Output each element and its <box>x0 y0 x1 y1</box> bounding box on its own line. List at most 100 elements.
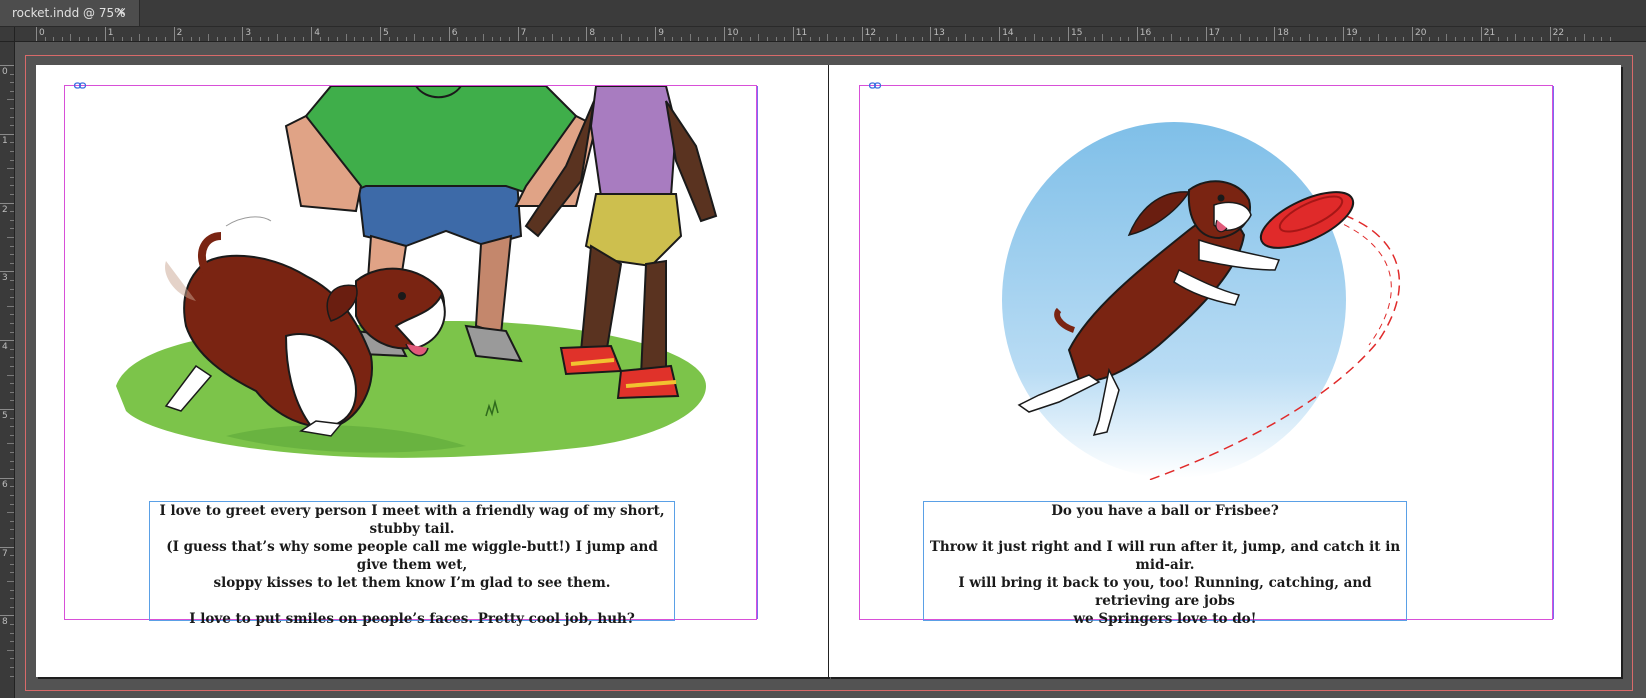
ruler-minor-tick <box>904 37 906 41</box>
ruler-minor-tick <box>7 649 14 651</box>
ruler-minor-tick <box>10 495 14 496</box>
ruler-minor-tick <box>1592 37 1594 41</box>
ruler-tick <box>0 340 14 342</box>
ruler-minor-tick <box>113 37 115 41</box>
dog-greeting-illustration[interactable] <box>106 86 746 471</box>
ruler-minor-tick <box>560 37 562 41</box>
ruler-minor-tick <box>534 37 536 41</box>
link-icon[interactable] <box>869 82 881 89</box>
ruler-label: 17 <box>1208 28 1221 38</box>
ruler-minor-tick <box>10 254 14 256</box>
ruler-tick <box>448 27 450 41</box>
ruler-minor-tick <box>715 37 717 41</box>
ruler-minor-tick <box>1197 37 1198 41</box>
ruler-minor-tick <box>259 37 261 41</box>
dog-frisbee-illustration[interactable] <box>999 120 1439 480</box>
ruler-minor-tick <box>1455 37 1456 41</box>
ruler-minor-tick <box>10 383 14 385</box>
right-page[interactable]: Do you have a ball or Frisbee? Throw it … <box>829 65 1621 677</box>
ruler-minor-tick <box>10 426 14 428</box>
ruler-minor-tick <box>10 675 14 677</box>
ruler-minor-tick <box>10 563 14 565</box>
ruler-label: 18 <box>1277 28 1289 38</box>
ruler-label: 2 <box>2 204 8 215</box>
ruler-minor-tick <box>1308 34 1310 41</box>
ruler-minor-tick <box>10 366 14 367</box>
ruler-minor-tick <box>10 391 14 393</box>
ruler-tick <box>930 27 932 41</box>
close-tab-icon[interactable]: × <box>116 0 127 26</box>
ruler-label: 14 <box>1002 28 1014 38</box>
ruler-minor-tick <box>1188 37 1190 41</box>
ruler-minor-tick <box>431 37 433 41</box>
link-icon[interactable] <box>74 82 86 89</box>
ruler-tick <box>1068 27 1069 41</box>
ruler-minor-tick <box>749 37 751 41</box>
ruler-minor-tick <box>1291 37 1293 41</box>
ruler-minor-tick <box>956 37 958 41</box>
ruler-minor-tick <box>681 37 682 41</box>
ruler-tick <box>517 27 519 41</box>
ruler-minor-tick <box>7 168 14 170</box>
left-page-text-frame[interactable]: I love to greet every person I meet with… <box>149 501 675 627</box>
ruler-minor-tick <box>337 37 338 41</box>
ruler-minor-tick <box>10 297 14 299</box>
ruler-minor-tick <box>405 37 407 41</box>
left-page[interactable]: I love to greet every person I meet with… <box>36 65 828 677</box>
ruler-minor-tick <box>130 37 132 41</box>
document-tab[interactable]: rocket.indd @ 75% × <box>0 0 140 26</box>
ruler-minor-tick <box>1042 37 1044 41</box>
ruler-minor-tick <box>853 37 854 41</box>
ruler-minor-tick <box>7 581 14 582</box>
ruler-minor-tick <box>10 632 14 634</box>
ruler-tick <box>1343 27 1345 41</box>
ruler-tick <box>104 27 106 41</box>
ruler-minor-tick <box>1463 37 1465 41</box>
ruler-minor-tick <box>818 37 820 41</box>
ruler-minor-tick <box>646 37 648 41</box>
ruler-minor-tick <box>1506 37 1508 41</box>
ruler-minor-tick <box>233 37 235 41</box>
ruler-label: 3 <box>2 273 8 284</box>
ruler-minor-tick <box>1085 37 1087 41</box>
ruler-minor-tick <box>1446 34 1448 41</box>
right-page-text-frame[interactable]: Do you have a ball or Frisbee? Throw it … <box>923 501 1407 627</box>
ruler-label: 3 <box>245 28 252 38</box>
ruler-minor-tick <box>1154 37 1155 41</box>
ruler-minor-tick <box>577 37 579 41</box>
ruler-minor-tick <box>1016 37 1018 41</box>
ruler-minor-tick <box>10 280 14 281</box>
ruler-minor-tick <box>1609 37 1611 41</box>
ruler-minor-tick <box>775 37 777 41</box>
ruler-minor-tick <box>10 520 14 522</box>
ruler-minor-tick <box>1248 37 1250 41</box>
ruler-minor-tick <box>10 151 14 152</box>
ruler-origin[interactable] <box>0 27 15 42</box>
ruler-label: 9 <box>658 28 664 38</box>
ruler-minor-tick <box>913 37 915 41</box>
ruler-minor-tick <box>1300 37 1302 41</box>
ruler-minor-tick <box>491 37 493 41</box>
ruler-minor-tick <box>1059 37 1061 41</box>
ruler-label: 1 <box>2 135 8 146</box>
ruler-minor-tick <box>70 34 72 41</box>
ruler-tick <box>1136 27 1138 41</box>
ruler-tick <box>0 133 14 135</box>
ruler-minor-tick <box>7 99 14 101</box>
document-tab-bar: rocket.indd @ 75% × <box>0 0 1646 27</box>
ruler-minor-tick <box>208 34 209 41</box>
ruler-minor-tick <box>7 512 14 514</box>
vertical-ruler[interactable]: 0 1 2 3 4 5 6 7 8 <box>0 42 15 698</box>
ruler-minor-tick <box>706 37 708 41</box>
horizontal-ruler[interactable]: 0 1 2 3 4 5 6 7 8 9 10 11 12 13 14 15 16 17 18 19 20 21 22 <box>15 27 1646 42</box>
ruler-minor-tick <box>1498 37 1499 41</box>
ruler-minor-tick <box>147 37 149 41</box>
ruler-minor-tick <box>10 555 14 557</box>
ruler-minor-tick <box>1093 37 1095 41</box>
ruler-minor-tick <box>1050 37 1052 41</box>
ruler-minor-tick <box>1377 34 1379 41</box>
ruler-minor-tick <box>973 37 975 41</box>
ruler-minor-tick <box>827 34 829 41</box>
ruler-minor-tick <box>1360 37 1362 41</box>
ruler-minor-tick <box>1257 37 1259 41</box>
